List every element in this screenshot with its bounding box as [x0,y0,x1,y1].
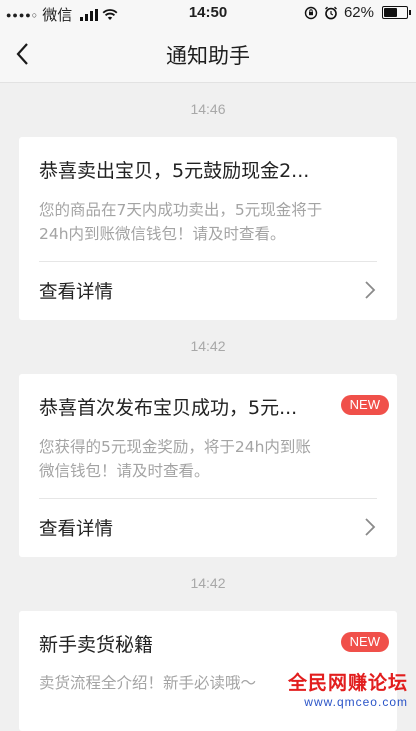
divider [39,498,377,499]
status-bar: ●●●●○ 微信 14:50 62% [0,0,416,26]
message-time: 14:46 [190,101,226,117]
divider [39,261,377,262]
message-time: 14:42 [190,575,226,591]
notification-card: 恭喜卖出宝贝，5元鼓励现金2... 您的商品在7天内成功卖出，5元现金将于 24… [19,137,397,320]
card-body: 您获得的5元现金奖励，将于24h内到账 微信钱包！请及时查看。 [39,435,379,483]
view-details-link[interactable]: 查看详情 [39,515,113,541]
nav-bar: 通知助手 [0,26,416,83]
status-right: 62% [304,4,411,21]
card-title: 恭喜首次发布宝贝成功，5元... [39,397,298,419]
notification-card: 新手卖货秘籍 NEW 卖货流程全介绍！新手必读哦～ [19,611,397,731]
battery-percent: 62% [343,4,374,21]
card-body-line: 24h内到账微信钱包！请及时查看。 [39,225,286,243]
alarm-icon [325,6,337,19]
card-body-line: 您获得的5元现金奖励，将于24h内到账 [39,438,311,456]
chevron-right-icon[interactable] [363,516,377,538]
card-title: 恭喜卖出宝贝，5元鼓励现金2... [39,160,310,182]
view-details-link[interactable]: 查看详情 [39,278,113,304]
battery-icon [382,6,411,19]
card-body: 您的商品在7天内成功卖出，5元现金将于 24h内到账微信钱包！请及时查看。 [39,198,379,246]
card-body-line: 您的商品在7天内成功卖出，5元现金将于 [39,201,323,219]
card-body-line: 微信钱包！请及时查看。 [39,462,210,480]
new-badge: NEW [340,632,389,652]
notification-card: 恭喜首次发布宝贝成功，5元... NEW 您获得的5元现金奖励，将于24h内到账… [19,374,397,557]
chevron-right-icon[interactable] [363,279,377,301]
card-body-line: 卖货流程全介绍！新手必读哦～ [39,674,257,692]
new-badge: NEW [340,395,389,415]
card-body: 卖货流程全介绍！新手必读哦～ [39,671,379,695]
rotation-lock-icon [304,6,318,19]
message-time: 14:42 [190,338,226,354]
card-title: 新手卖货秘籍 [39,634,154,656]
page-title: 通知助手 [166,44,250,68]
